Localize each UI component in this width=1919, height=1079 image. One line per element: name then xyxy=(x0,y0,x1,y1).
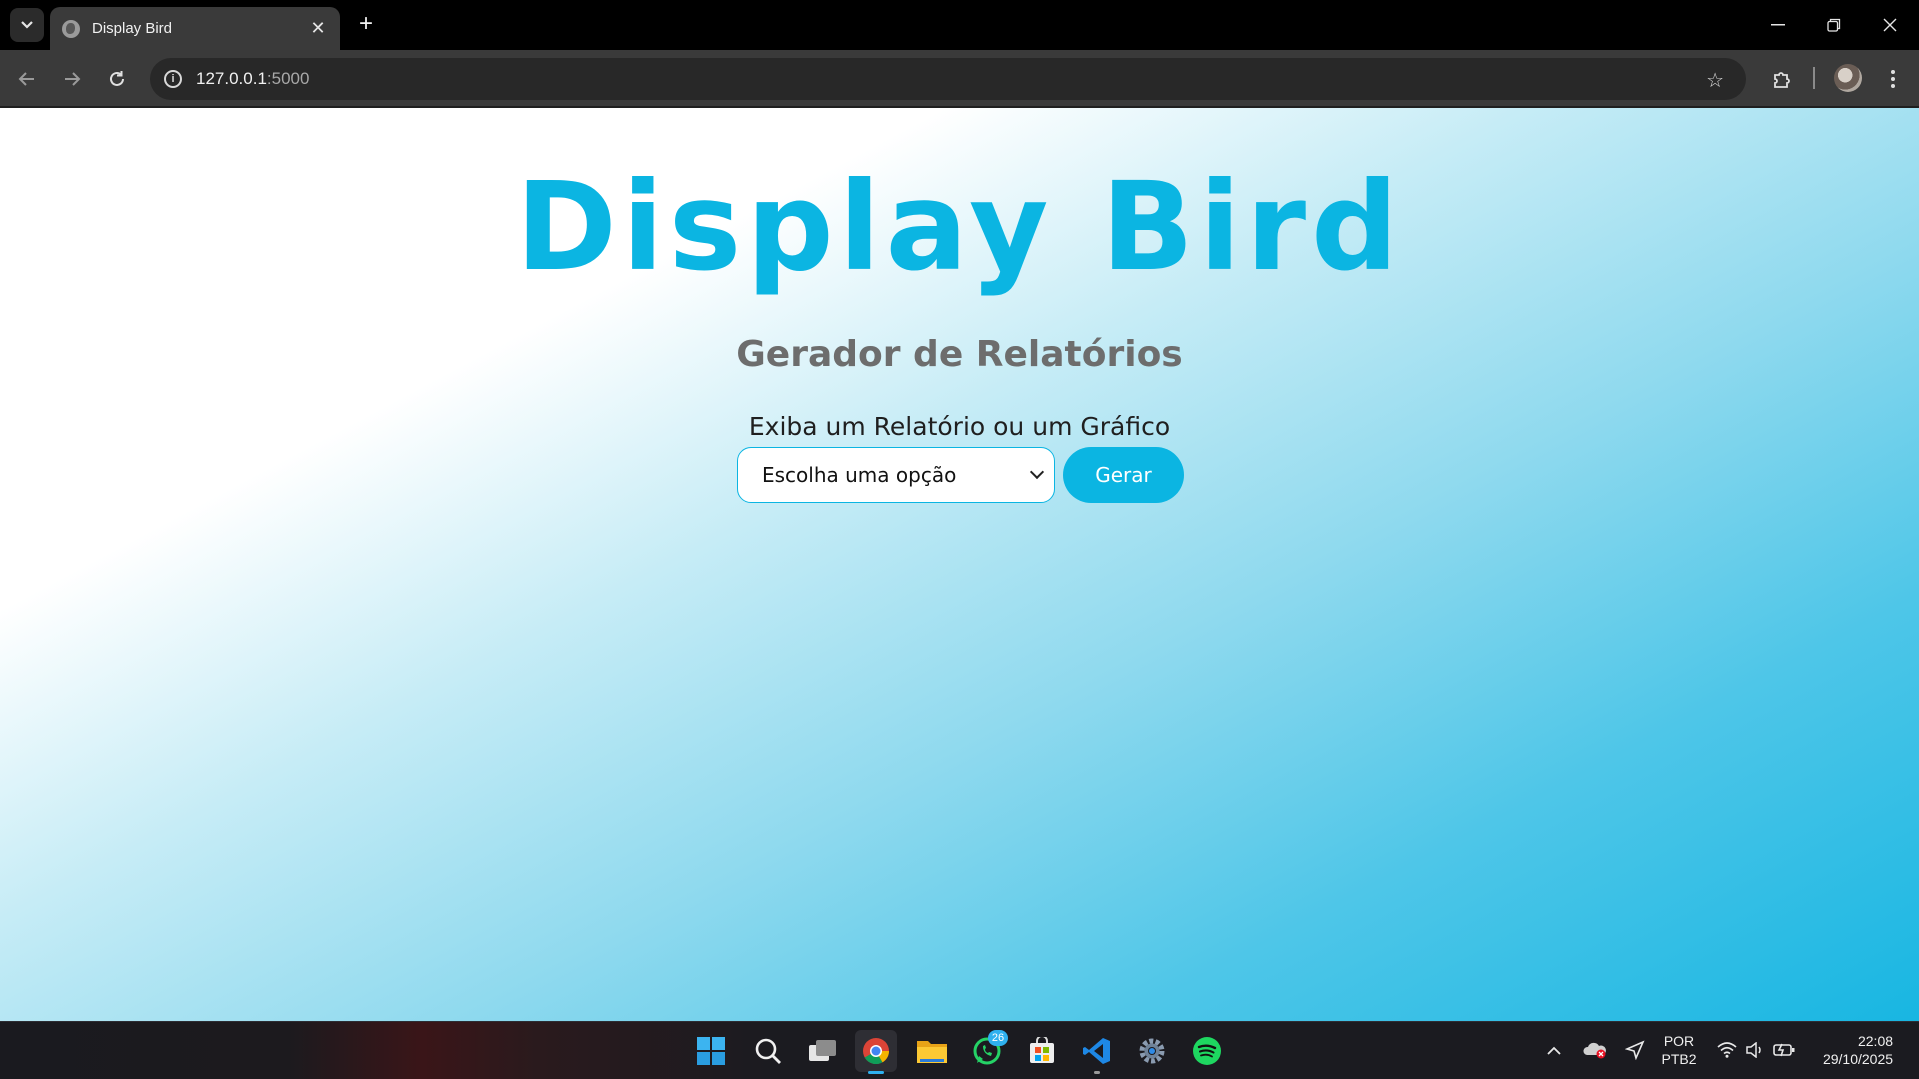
generate-button[interactable]: Gerar xyxy=(1063,447,1184,503)
ms-store-icon[interactable] xyxy=(1021,1030,1063,1072)
chevron-down-icon xyxy=(1029,464,1045,480)
clock[interactable]: 22:08 29/10/2025 xyxy=(1810,1021,1906,1079)
report-form: Escolha uma opção Gerar xyxy=(737,447,1184,503)
tab-strip: Display Bird ✕ + xyxy=(0,0,1919,50)
wifi-icon[interactable] xyxy=(1714,1021,1740,1079)
address-bar[interactable]: i 127.0.0.1:5000 ☆ xyxy=(150,58,1746,100)
window-close-icon[interactable] xyxy=(1862,0,1918,50)
forward-icon[interactable] xyxy=(55,62,89,96)
avatar[interactable] xyxy=(1834,64,1862,92)
plus-icon[interactable]: + xyxy=(352,10,380,38)
page-viewport: Display Bird Gerador de Relatórios Exiba… xyxy=(0,108,1919,1021)
location-icon[interactable] xyxy=(1620,1021,1650,1079)
volume-icon[interactable] xyxy=(1742,1021,1768,1079)
keyboard-layout: PTB2 xyxy=(1661,1051,1697,1067)
kebab-menu-icon[interactable] xyxy=(1876,62,1910,96)
active-app-indicator xyxy=(868,1071,884,1074)
minimize-icon[interactable] xyxy=(1750,0,1806,50)
restore-icon[interactable] xyxy=(1806,0,1862,50)
notification-badge: 26 xyxy=(988,1030,1008,1046)
form-prompt: Exiba um Relatório ou um Gráfico xyxy=(748,412,1171,441)
whatsapp-icon[interactable]: 26 xyxy=(966,1030,1008,1072)
language-code: POR xyxy=(1663,1033,1695,1049)
page-subtitle: Gerador de Relatórios xyxy=(736,334,1183,375)
toolbar-separator xyxy=(1813,67,1815,89)
globe-favicon-icon xyxy=(62,19,80,38)
file-explorer-icon[interactable] xyxy=(911,1030,953,1072)
clock-time: 22:08 xyxy=(1857,1033,1894,1049)
windows-start-icon[interactable] xyxy=(690,1030,732,1072)
star-icon[interactable]: ☆ xyxy=(1706,68,1724,93)
browser-toolbar: i 127.0.0.1:5000 ☆ xyxy=(0,50,1919,108)
extensions-icon[interactable] xyxy=(1765,62,1799,96)
url-host: 127.0.0.1 xyxy=(196,69,267,88)
tab-search-icon[interactable] xyxy=(10,8,44,42)
clock-date: 29/10/2025 xyxy=(1822,1051,1894,1067)
chrome-icon[interactable] xyxy=(855,1030,897,1074)
task-view-icon[interactable] xyxy=(802,1030,844,1072)
back-icon[interactable] xyxy=(10,62,44,96)
info-icon[interactable]: i xyxy=(164,70,182,88)
close-icon[interactable]: ✕ xyxy=(308,18,328,39)
tab-title: Display Bird xyxy=(92,20,173,37)
chevron-up-icon[interactable] xyxy=(1540,1021,1568,1079)
reload-icon[interactable] xyxy=(100,62,134,96)
report-type-select[interactable]: Escolha uma opção xyxy=(737,447,1055,503)
running-app-indicator xyxy=(1094,1071,1100,1074)
search-icon[interactable] xyxy=(747,1030,789,1072)
brand-logo-text: Display Bird xyxy=(515,156,1404,298)
url-port: :5000 xyxy=(266,69,310,88)
browser-tab[interactable]: Display Bird ✕ xyxy=(50,7,340,50)
settings-icon[interactable] xyxy=(1131,1030,1173,1072)
vscode-icon[interactable] xyxy=(1076,1030,1118,1074)
language-indicator[interactable]: POR PTB2 xyxy=(1656,1021,1702,1079)
battery-icon[interactable] xyxy=(1770,1021,1800,1079)
spotify-icon[interactable] xyxy=(1186,1030,1228,1072)
onedrive-icon[interactable] xyxy=(1580,1021,1610,1079)
select-value: Escolha uma opção xyxy=(762,463,957,487)
